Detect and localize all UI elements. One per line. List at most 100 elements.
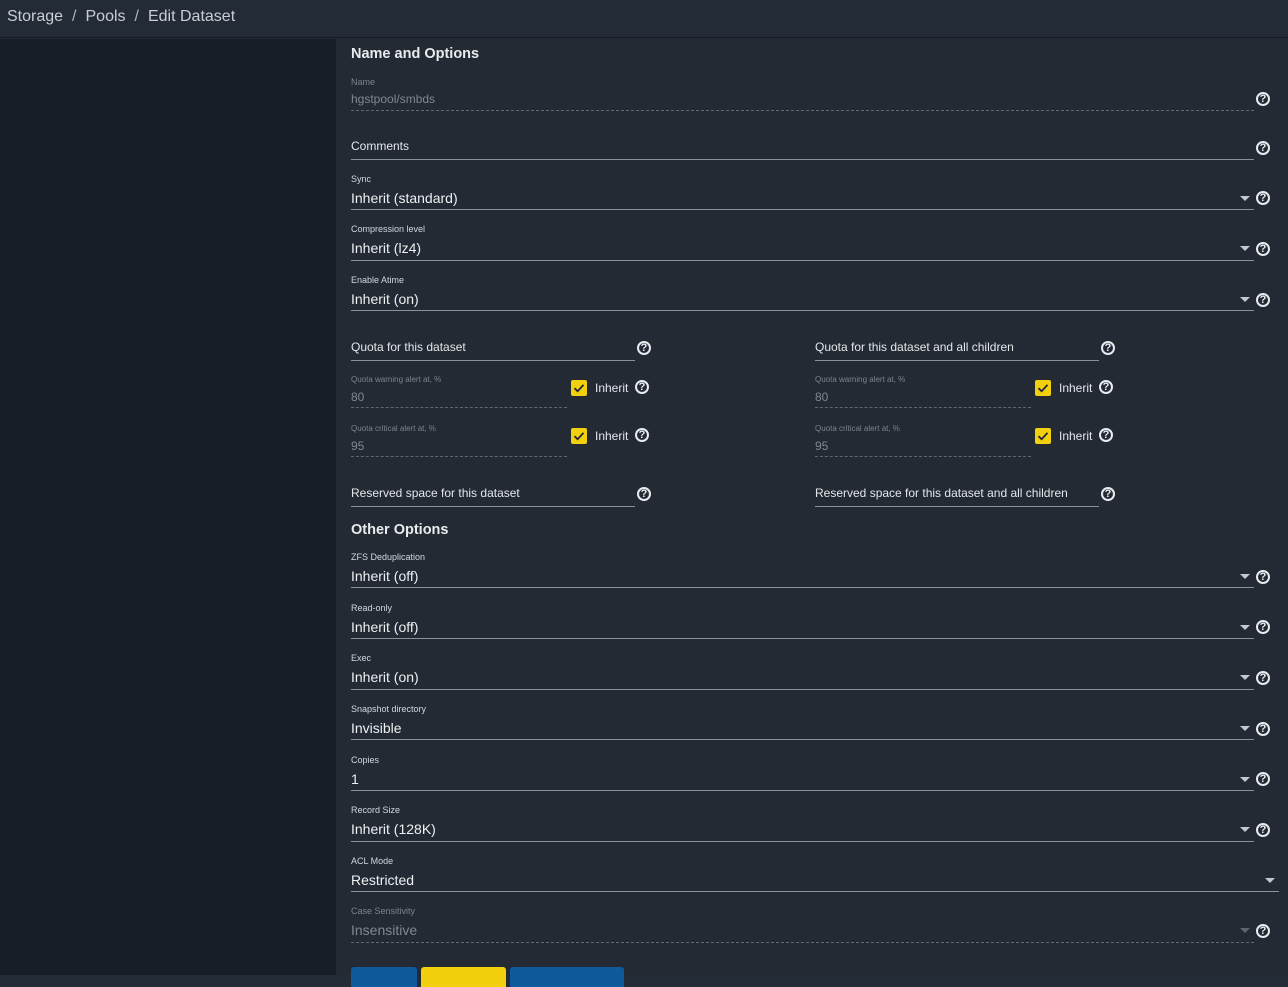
- quota-children-label: Quota for this dataset and all children: [815, 340, 1014, 354]
- comments-help-icon[interactable]: ?: [1256, 141, 1270, 155]
- inherit-checkbox[interactable]: [571, 380, 587, 396]
- reserved-dataset-input[interactable]: Reserved space for this dataset: [351, 486, 635, 508]
- copies-label: Copies: [351, 755, 380, 765]
- quota-dataset-underline: [351, 360, 635, 361]
- quota-warning-children-help-icon[interactable]: ?: [1099, 380, 1113, 394]
- sync-help-icon[interactable]: ?: [1256, 191, 1270, 205]
- dedup-help-icon[interactable]: ?: [1256, 570, 1270, 584]
- section-title-other-options: Other Options: [351, 522, 449, 538]
- chevron-down-icon: [1240, 297, 1250, 302]
- aclmode-label: ACL Mode: [351, 856, 394, 866]
- inherit-label: Inherit: [1059, 429, 1093, 443]
- reserved-children-label: Reserved space for this dataset and all …: [815, 486, 1068, 500]
- quota-critical-children-help-icon[interactable]: ?: [1099, 428, 1113, 442]
- quota-warning-dataset-input[interactable]: Quota warning alert at, % 80: [351, 375, 567, 410]
- atime-help-icon[interactable]: ?: [1256, 293, 1270, 307]
- quota-critical-dataset-underline: [351, 456, 567, 457]
- action-button-3[interactable]: [510, 967, 624, 987]
- sync-label: Sync: [351, 174, 372, 184]
- breadcrumb-pools[interactable]: Pools: [86, 8, 126, 25]
- readonly-label: Read-only: [351, 603, 393, 613]
- snapdir-help-icon[interactable]: ?: [1256, 722, 1270, 736]
- sync-select[interactable]: Sync Inherit (standard): [351, 174, 1254, 212]
- inherit-label: Inherit: [1059, 381, 1093, 395]
- quota-dataset-label: Quota for this dataset: [351, 340, 466, 354]
- inherit-checkbox[interactable]: [1035, 428, 1051, 444]
- quota-dataset-input[interactable]: Quota for this dataset: [351, 340, 635, 362]
- comments-underline: [351, 159, 1254, 160]
- atime-value: Inherit (on): [351, 291, 419, 307]
- recordsize-underline: [351, 841, 1254, 842]
- quota-children-underline: [815, 360, 1099, 361]
- name-help-icon[interactable]: ?: [1256, 92, 1270, 106]
- inherit-label: Inherit: [595, 381, 629, 395]
- readonly-help-icon[interactable]: ?: [1256, 620, 1270, 634]
- dedup-value: Inherit (off): [351, 568, 419, 584]
- reserved-dataset-help-icon[interactable]: ?: [637, 487, 651, 501]
- chevron-down-icon: [1240, 625, 1250, 630]
- chevron-down-icon: [1240, 928, 1250, 933]
- exec-select[interactable]: Exec Inherit (on): [351, 653, 1254, 691]
- quota-warning-dataset-underline: [351, 407, 567, 408]
- casesensitivity-select[interactable]: Case Sensitivity Insensitive: [351, 906, 1254, 944]
- quota-children-input[interactable]: Quota for this dataset and all children: [815, 340, 1099, 362]
- quota-warning-dataset-help-icon[interactable]: ?: [635, 380, 649, 394]
- chevron-down-icon: [1240, 246, 1250, 251]
- snapdir-label: Snapshot directory: [351, 704, 427, 714]
- copies-select[interactable]: Copies 1: [351, 755, 1254, 793]
- check-icon: [1037, 432, 1049, 441]
- comments-input[interactable]: Comments: [351, 139, 1254, 161]
- recordsize-help-icon[interactable]: ?: [1256, 823, 1270, 837]
- inherit-checkbox[interactable]: [1035, 380, 1051, 396]
- quota-critical-children-input[interactable]: Quota critical alert at, % 95: [815, 424, 1031, 459]
- compression-underline: [351, 260, 1254, 261]
- action-button-1[interactable]: [351, 967, 417, 987]
- casesensitivity-value: Insensitive: [351, 922, 418, 938]
- snapdir-underline: [351, 739, 1254, 740]
- exec-underline: [351, 689, 1254, 690]
- dedup-select[interactable]: ZFS Deduplication Inherit (off): [351, 552, 1254, 590]
- reserved-dataset-label: Reserved space for this dataset: [351, 486, 520, 500]
- casesensitivity-help-icon[interactable]: ?: [1256, 924, 1270, 938]
- quota-children-help-icon[interactable]: ?: [1101, 341, 1115, 355]
- snapdir-select[interactable]: Snapshot directory Invisible: [351, 704, 1254, 742]
- compression-help-icon[interactable]: ?: [1256, 242, 1270, 256]
- inherit-checkbox[interactable]: [571, 428, 587, 444]
- quota-warning-children-input[interactable]: Quota warning alert at, % 80: [815, 375, 1031, 410]
- quota-warning-children-underline: [815, 407, 1031, 408]
- chevron-down-icon: [1240, 827, 1250, 832]
- copies-underline: [351, 790, 1254, 791]
- readonly-select[interactable]: Read-only Inherit (off): [351, 603, 1254, 641]
- quota-critical-dataset-input[interactable]: Quota critical alert at, % 95: [351, 424, 567, 459]
- quota-warning-dataset-value: 80: [351, 390, 365, 404]
- name-field[interactable]: Name hgstpool/smbds: [351, 77, 1254, 113]
- aclmode-value: Restricted: [351, 872, 415, 888]
- check-icon: [573, 384, 585, 393]
- copies-help-icon[interactable]: ?: [1256, 772, 1270, 786]
- compression-select[interactable]: Compression level Inherit (lz4): [351, 224, 1254, 262]
- aclmode-underline: [351, 891, 1279, 892]
- breadcrumb-storage[interactable]: Storage: [7, 8, 63, 25]
- snapdir-value: Invisible: [351, 720, 402, 736]
- readonly-underline: [351, 638, 1254, 639]
- comments-label: Comments: [351, 139, 410, 153]
- atime-label: Enable Atime: [351, 275, 405, 285]
- chevron-down-icon: [1240, 196, 1250, 201]
- sync-underline: [351, 209, 1254, 210]
- quota-dataset-help-icon[interactable]: ?: [637, 341, 651, 355]
- name-value: hgstpool/smbds: [351, 92, 436, 106]
- quota-critical-dataset-help-icon[interactable]: ?: [635, 428, 649, 442]
- chevron-down-icon: [1240, 574, 1250, 579]
- action-button-2[interactable]: [421, 967, 506, 987]
- atime-select[interactable]: Enable Atime Inherit (on): [351, 275, 1254, 313]
- check-icon: [573, 432, 585, 441]
- quota-warning-dataset-label: Quota warning alert at, %: [351, 375, 442, 384]
- recordsize-select[interactable]: Record Size Inherit (128K): [351, 805, 1254, 843]
- exec-help-icon[interactable]: ?: [1256, 671, 1270, 685]
- reserved-children-help-icon[interactable]: ?: [1101, 487, 1115, 501]
- quota-critical-children-value: 95: [815, 439, 829, 453]
- compression-label: Compression level: [351, 224, 426, 234]
- reserved-children-input[interactable]: Reserved space for this dataset and all …: [815, 486, 1099, 508]
- aclmode-select[interactable]: ACL Mode Restricted: [351, 856, 1279, 894]
- quota-warning-children-value: 80: [815, 390, 829, 404]
